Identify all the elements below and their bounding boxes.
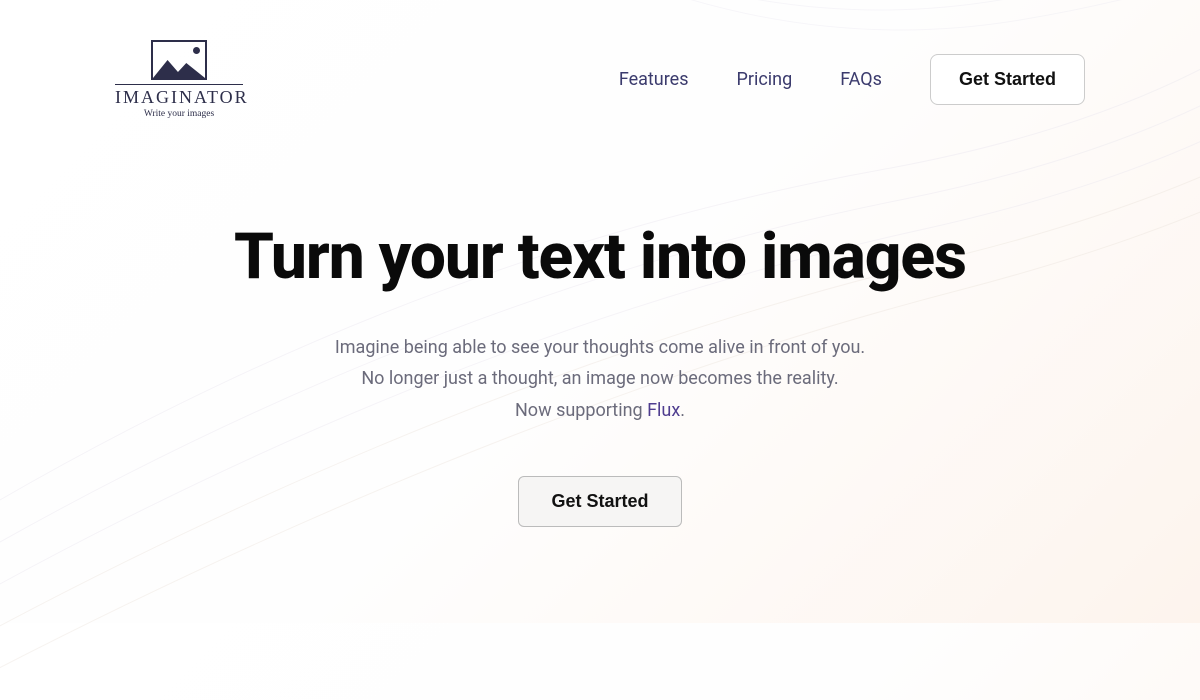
nav-link-features[interactable]: Features <box>619 69 689 90</box>
flux-link[interactable]: Flux <box>647 400 680 421</box>
main-nav: Features Pricing FAQs Get Started <box>619 54 1085 105</box>
get-started-button[interactable]: Get Started <box>930 54 1085 105</box>
brand-tagline: Write your images <box>144 109 214 119</box>
header: IMAGINATOR Write your images Features Pr… <box>0 0 1200 119</box>
nav-link-pricing[interactable]: Pricing <box>737 69 793 90</box>
logo[interactable]: IMAGINATOR Write your images <box>115 40 243 119</box>
hero-sub-line1: Imagine being able to see your thoughts … <box>335 337 865 358</box>
hero-sub-line3-suffix: . <box>680 400 685 421</box>
hero-sub-line2: No longer just a thought, an image now b… <box>361 368 838 389</box>
hero: Turn your text into images Imagine being… <box>0 219 1200 527</box>
hero-cta-button[interactable]: Get Started <box>518 476 681 527</box>
image-icon <box>151 40 207 80</box>
hero-sub-line3-prefix: Now supporting <box>515 400 647 421</box>
hero-subtitle: Imagine being able to see your thoughts … <box>60 332 1140 427</box>
nav-link-faqs[interactable]: FAQs <box>840 69 882 90</box>
hero-title: Turn your text into images <box>60 219 1140 296</box>
brand-name: IMAGINATOR <box>115 84 243 108</box>
